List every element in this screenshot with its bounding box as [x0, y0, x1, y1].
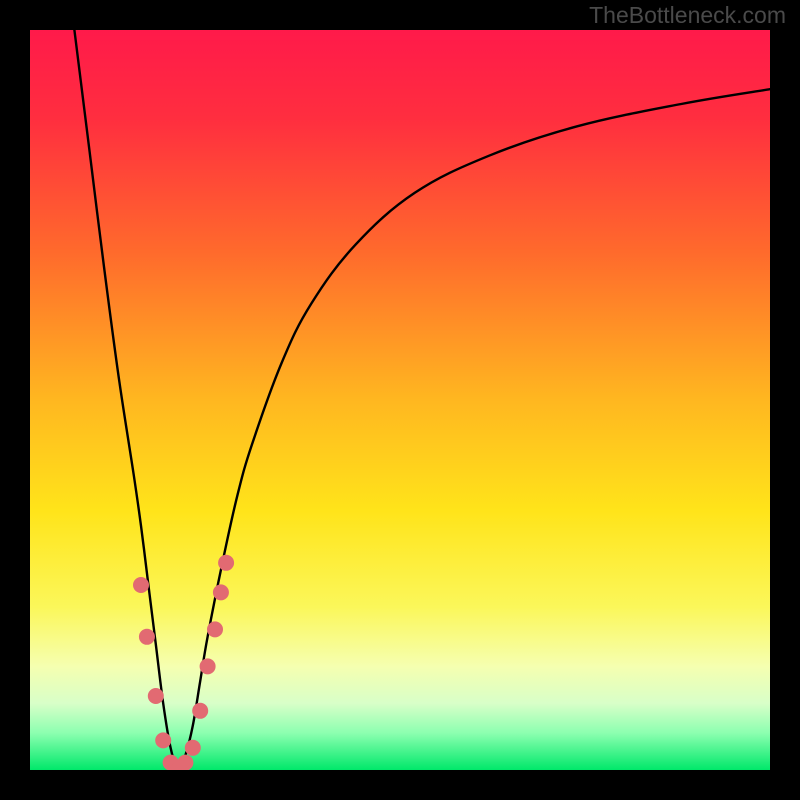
marker-dot — [155, 732, 171, 748]
marker-dot — [185, 740, 201, 756]
marker-dot — [218, 555, 234, 571]
watermark-text: TheBottleneck.com — [589, 2, 786, 29]
marker-dot — [148, 688, 164, 704]
marker-dot — [207, 621, 223, 637]
marker-dot — [177, 755, 193, 770]
chart-curve-layer — [30, 30, 770, 770]
outer-frame: TheBottleneck.com — [0, 0, 800, 800]
marker-dot — [200, 658, 216, 674]
plot-area — [30, 30, 770, 770]
marker-dot — [139, 629, 155, 645]
marker-dot — [213, 584, 229, 600]
marker-dot — [133, 577, 149, 593]
marker-dot — [192, 703, 208, 719]
bottleneck-curve — [74, 30, 770, 770]
data-markers — [133, 555, 234, 770]
